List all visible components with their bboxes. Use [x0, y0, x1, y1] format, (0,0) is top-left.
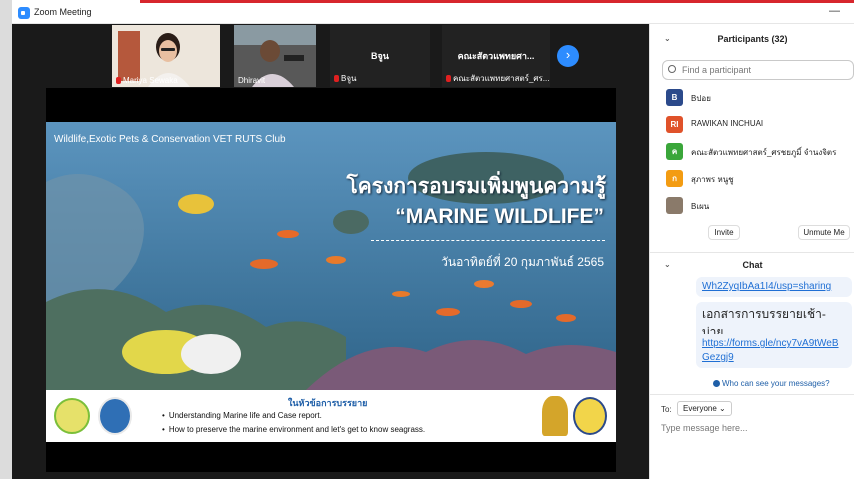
thumb-name: Dhiravit	[238, 76, 266, 85]
video-area: Mariya Sewaka Dhiravit Bจูน Bจูน คณะสัตว…	[12, 24, 649, 479]
participant-row[interactable]: ก สุภาพร หนูชู	[664, 169, 854, 189]
thumb-label: Dhiravit	[238, 76, 265, 85]
mic-muted-icon	[116, 77, 121, 84]
chevron-right-icon: ›	[565, 47, 571, 62]
chevron-down-icon[interactable]: ⌄	[664, 254, 671, 276]
university-logo	[98, 397, 132, 435]
participant-name: สุภาพร หนูชู	[691, 175, 734, 184]
participant-name: Bปอย	[691, 94, 711, 103]
mic-muted-icon	[446, 75, 451, 82]
search-placeholder: Find a participant	[682, 65, 752, 75]
thumb-label: คณะสัตวแพทยศาสตร์_ศร...	[446, 72, 549, 85]
chat-message-input[interactable]: Type message here...	[661, 423, 748, 433]
chat-title: Chat	[742, 260, 763, 270]
avatar: ก	[666, 170, 683, 187]
shared-screen: Wildlife,Exotic Pets & Conservation VET …	[46, 88, 616, 472]
slide-subtitle: “MARINE WILDLIFE”	[395, 205, 604, 228]
slide: Wildlife,Exotic Pets & Conservation VET …	[46, 122, 616, 442]
next-page-button[interactable]: ›	[557, 45, 579, 67]
mic-muted-icon	[334, 75, 339, 82]
side-panel: ⌄ Participants (32) Find a participant B…	[649, 24, 854, 479]
participant-name: คณะสัตวแพทยศาสตร์_ศรชยภูมิ์ จำนงจิตร	[691, 148, 837, 157]
video-tile-bjoon[interactable]: Bจูน Bจูน	[330, 25, 430, 87]
chat-message-link[interactable]: Wh2ZyqIbAa1I4/usp=sharing	[696, 277, 852, 297]
faculty-logo	[573, 397, 607, 435]
video-tile-dhiravit[interactable]: Dhiravit	[234, 25, 316, 87]
slide-club-name: Wildlife,Exotic Pets & Conservation VET …	[54, 134, 286, 145]
thumb-label: Bจูน	[334, 72, 357, 85]
thumb-label: Mariya Sewaka	[116, 76, 178, 85]
participants-header[interactable]: ⌄ Participants (32)	[650, 28, 854, 50]
slide-topic-banner: ในหัวข้อการบรรยาย Understanding Marine l…	[46, 390, 616, 442]
avatar: RI	[666, 116, 683, 133]
topic-bullet: Understanding Marine life and Case repor…	[162, 411, 322, 420]
invite-button[interactable]: Invite	[708, 225, 740, 240]
slide-divider	[371, 240, 605, 241]
topic-bullet: How to preserve the marine environment a…	[162, 425, 425, 434]
participant-row[interactable]: B Bปอย	[664, 88, 854, 108]
slide-date: วันอาทิตย์ที่ 20 กุมภาพันธ์ 2565	[441, 255, 604, 269]
royal-emblem-logo	[542, 396, 568, 436]
video-tile-mariya[interactable]: Mariya Sewaka	[112, 25, 220, 87]
minimize-button[interactable]: —	[829, 5, 840, 17]
thumb-name: Mariya Sewaka	[123, 76, 178, 85]
participants-title: Participants (32)	[717, 34, 788, 44]
thumb-name: คณะสัตวแพทยศาสตร์_ศร...	[453, 74, 550, 83]
video-tile-vet-faculty[interactable]: คณะสัตวแพทยศา... คณะสัตวแพทยศาสตร์_ศร...	[442, 25, 550, 87]
people-icon	[713, 380, 720, 387]
participant-name: RAWIKAN INCHUAI	[691, 119, 764, 128]
window-titlebar[interactable]: Zoom Meeting —	[12, 3, 854, 24]
thumb-large-name: Bจูน	[371, 51, 389, 61]
window-title: Zoom Meeting	[34, 7, 92, 17]
recipient-select[interactable]: Everyone ⌄	[677, 401, 732, 416]
avatar: ค	[666, 143, 683, 160]
thumb-name: Bจูน	[341, 74, 357, 83]
participant-row[interactable]: RI RAWIKAN INCHUAI	[664, 115, 854, 135]
panel-divider	[650, 394, 854, 395]
desktop-edge	[0, 0, 12, 479]
unmute-me-button[interactable]: Unmute Me	[798, 225, 850, 240]
chat-header[interactable]: ⌄ Chat	[650, 254, 854, 276]
participant-name: Bเผน	[691, 202, 710, 211]
slide-title: โครงการอบรมเพิ่มพูนความรู้	[346, 175, 606, 198]
avatar: B	[666, 89, 683, 106]
avatar-photo	[666, 197, 683, 214]
participant-row[interactable]: ค คณะสัตวแพทยศาสตร์_ศรชยภูมิ์ จำนงจิตร	[664, 142, 854, 162]
participant-search-input[interactable]: Find a participant	[662, 60, 854, 80]
screen: Zoom Meeting — Mariya Sewaka Dhiravit Bจ…	[0, 0, 854, 479]
search-icon	[668, 65, 676, 73]
to-label: To:	[661, 405, 672, 414]
zoom-app-icon	[18, 7, 30, 19]
panel-divider	[650, 252, 854, 253]
club-logo	[54, 398, 90, 434]
thumb-large-name: คณะสัตวแพทยศา...	[457, 51, 535, 61]
who-can-see-link[interactable]: Who can see your messages?	[722, 379, 830, 388]
participant-row[interactable]: Bเผน	[664, 196, 854, 216]
chevron-down-icon[interactable]: ⌄	[664, 28, 671, 50]
topic-heading: ในหัวข้อการบรรยาย	[288, 398, 368, 408]
chat-message-link[interactable]: https://forms.gle/ncy7vA9tWeBGezgj9	[696, 334, 852, 368]
